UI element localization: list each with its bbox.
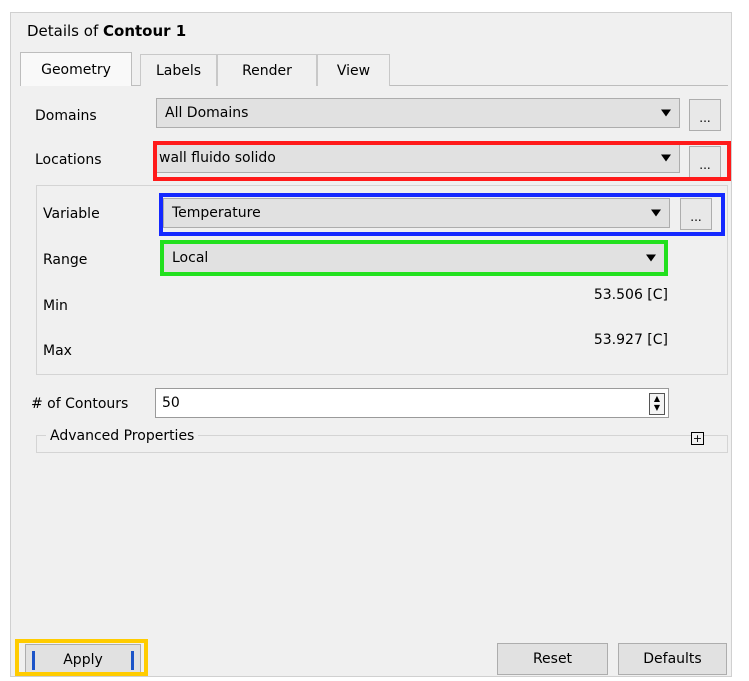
panel-title: Details of Contour 1 bbox=[27, 22, 187, 40]
highlight-locations bbox=[153, 141, 731, 181]
chevron-down-icon bbox=[661, 109, 671, 117]
highlight-apply bbox=[15, 639, 148, 676]
highlight-variable bbox=[159, 193, 725, 236]
tab-render[interactable]: Render bbox=[217, 54, 317, 86]
range-label: Range bbox=[43, 252, 88, 268]
min-value: 53.506 [C] bbox=[593, 287, 668, 303]
tab-view[interactable]: View bbox=[317, 54, 390, 86]
domains-browse-button[interactable]: ... bbox=[689, 99, 721, 131]
contours-spinbox[interactable]: 50 ▲ ▼ bbox=[155, 388, 669, 418]
advanced-properties-label: Advanced Properties bbox=[46, 428, 199, 444]
domains-label: Domains bbox=[35, 108, 97, 124]
min-label: Min bbox=[43, 298, 68, 314]
locations-label: Locations bbox=[35, 152, 102, 168]
panel-title-object: Contour 1 bbox=[103, 22, 187, 40]
domains-value: All Domains bbox=[165, 105, 249, 121]
contours-label: # of Contours bbox=[31, 396, 129, 412]
max-label: Max bbox=[43, 343, 72, 359]
max-value: 53.927 [C] bbox=[593, 332, 668, 348]
contours-value: 50 bbox=[162, 395, 180, 411]
defaults-button[interactable]: Defaults bbox=[618, 643, 727, 675]
domains-dropdown[interactable]: All Domains bbox=[156, 98, 680, 128]
variable-label: Variable bbox=[43, 206, 100, 222]
reset-button[interactable]: Reset bbox=[497, 643, 608, 675]
tab-geometry[interactable]: Geometry bbox=[20, 52, 132, 86]
spin-arrows-icon[interactable]: ▲ ▼ bbox=[649, 393, 665, 415]
tab-labels[interactable]: Labels bbox=[140, 54, 217, 86]
highlight-range bbox=[160, 240, 668, 276]
plus-box-icon[interactable]: + bbox=[691, 432, 704, 445]
